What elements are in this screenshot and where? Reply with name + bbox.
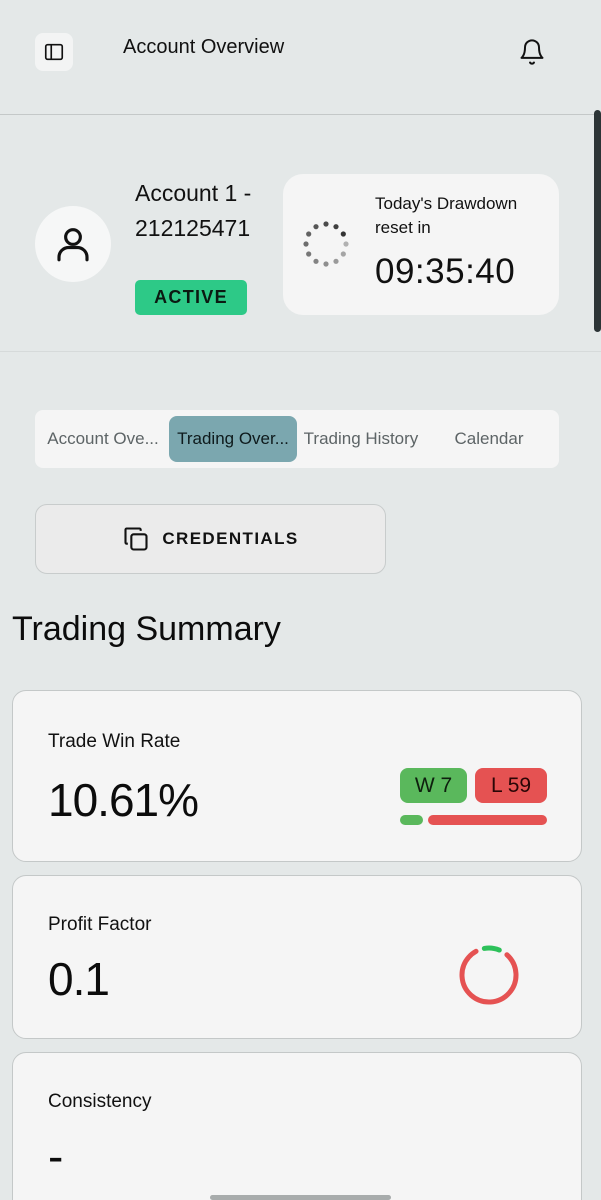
spinner-dot <box>306 231 312 237</box>
page-title: Account Overview <box>123 36 285 58</box>
spinner-dot <box>340 231 346 237</box>
sidebar-panel-icon <box>44 43 64 61</box>
spinner-dot <box>323 221 329 227</box>
section-title: Trading Summary <box>12 610 281 648</box>
tab-trading-overview[interactable]: Trading Over... <box>169 416 297 462</box>
scrollbar-thumb[interactable] <box>594 110 601 332</box>
wins-badge: W 7 <box>400 768 467 803</box>
drawdown-card: Today's Drawdown reset in 09:35:40 <box>283 174 559 315</box>
status-badge: ACTIVE <box>135 280 247 315</box>
spinner-dot <box>343 241 349 247</box>
tab-bar: Account Ove... Trading Over... Trading H… <box>35 410 559 468</box>
win-rate-value: 10.61% <box>48 774 199 826</box>
tab-trading-history[interactable]: Trading History <box>297 416 425 462</box>
spinner-dot <box>333 224 339 230</box>
credentials-label: CREDENTIALS <box>162 529 299 548</box>
sidebar-toggle-button[interactable] <box>35 33 73 71</box>
spinner-dot <box>303 241 309 247</box>
consistency-label: Consistency <box>48 1091 152 1112</box>
wins-bar <box>400 815 423 825</box>
ring-loss-arc <box>459 945 519 1005</box>
profit-factor-label: Profit Factor <box>48 914 152 935</box>
credentials-button[interactable]: CREDENTIALS <box>35 504 386 574</box>
account-name: Account 1 - 212125471 <box>135 180 252 241</box>
tab-calendar[interactable]: Calendar <box>425 416 553 462</box>
spinner-dot <box>306 251 312 257</box>
drawdown-timer: 09:35:40 <box>375 252 516 291</box>
app-header: Account Overview <box>0 0 601 115</box>
loading-spinner-icon <box>303 221 349 267</box>
spinner-dot <box>323 261 329 267</box>
profit-factor-ring <box>459 945 519 1005</box>
user-icon <box>57 228 89 262</box>
consistency-value: - <box>48 1130 63 1182</box>
bell-icon <box>520 39 544 65</box>
losses-badge: L 59 <box>475 768 547 803</box>
losses-bar <box>428 815 547 825</box>
spinner-dot <box>313 224 319 230</box>
profit-factor-value: 0.1 <box>48 953 110 1005</box>
ring-profit-arc <box>459 945 519 1005</box>
spinner-dot <box>340 251 346 257</box>
profit-factor-card: Profit Factor 0.1 <box>12 875 582 1039</box>
drawdown-label: Today's Drawdown reset in <box>375 194 518 237</box>
spinner-dot <box>313 258 319 264</box>
win-rate-label: Trade Win Rate <box>48 731 181 752</box>
account-section: Account 1 - 212125471 ACTIVE Today's Dra… <box>0 116 601 352</box>
avatar <box>35 206 111 282</box>
notifications-button[interactable] <box>516 36 548 68</box>
win-rate-card: Trade Win Rate 10.61% W 7 L 59 <box>12 690 582 862</box>
tab-account-overview[interactable]: Account Ove... <box>39 416 167 462</box>
home-indicator[interactable] <box>210 1195 391 1200</box>
copy-icon <box>124 527 148 551</box>
spinner-dot <box>333 258 339 264</box>
consistency-card: Consistency - <box>12 1052 582 1200</box>
